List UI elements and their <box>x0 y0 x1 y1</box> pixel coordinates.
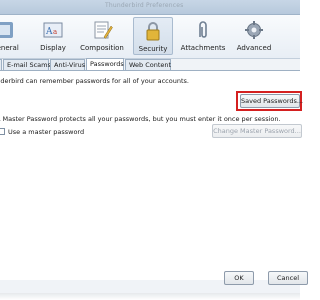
svg-text:A: A <box>45 27 53 37</box>
attachments-icon <box>199 21 207 38</box>
toolbar-display-button[interactable]: A a Display <box>33 17 73 55</box>
toolbar-advanced-button[interactable]: Advanced <box>234 17 274 55</box>
composition-icon <box>94 21 113 39</box>
toolbar-composition-button[interactable]: Composition <box>79 17 125 55</box>
passwords-intro-text: Thunderbird can remember passwords for a… <box>0 77 189 85</box>
toolbar-display-label: Display <box>40 44 66 52</box>
toolbar-general-button[interactable]: General <box>0 17 22 55</box>
toolbar-security-button[interactable]: Security <box>133 17 173 55</box>
preferences-toolbar: General A a Display Composition <box>0 15 300 59</box>
advanced-gear-icon <box>245 21 263 39</box>
toolbar-attachments-button[interactable]: Attachments <box>178 17 228 55</box>
saved-passwords-button[interactable]: Saved Passwords... <box>240 94 303 108</box>
use-master-password-checkbox[interactable] <box>0 128 5 135</box>
window-bottom-edge <box>0 293 300 300</box>
svg-text:a: a <box>53 28 57 36</box>
tab-anti-virus[interactable]: Anti-Virus <box>50 59 85 70</box>
tab-partial[interactable] <box>0 59 2 70</box>
passwords-panel: Thunderbird can remember passwords for a… <box>0 70 303 280</box>
toolbar-attachments-label: Attachments <box>180 44 226 52</box>
toolbar-security-label: Security <box>138 45 168 53</box>
ok-button[interactable]: OK <box>224 271 254 285</box>
toolbar-advanced-label: Advanced <box>236 44 272 52</box>
security-lock-icon <box>146 22 160 41</box>
tab-passwords[interactable]: Passwords <box>86 58 124 70</box>
general-icon <box>0 22 13 38</box>
preferences-window: Thunderbird Preferences General A a Disp… <box>0 0 308 293</box>
tab-email-scams[interactable]: E-mail Scams <box>3 59 51 70</box>
cancel-button[interactable]: Cancel <box>268 271 308 285</box>
security-content: E-mail Scams Anti-Virus Passwords Web Co… <box>0 58 308 293</box>
change-master-password-button[interactable]: Change Master Password... <box>212 124 302 138</box>
master-password-description: A Master Password protects all your pass… <box>0 115 281 123</box>
toolbar-general-label: General <box>0 44 19 52</box>
window-title: Thunderbird Preferences <box>105 2 184 9</box>
tab-web-content[interactable]: Web Content <box>125 59 171 70</box>
title-bar[interactable]: Thunderbird Preferences <box>0 0 300 15</box>
toolbar-composition-label: Composition <box>80 44 124 52</box>
display-icon: A a <box>43 22 63 38</box>
use-master-password-label[interactable]: Use a master password <box>8 128 84 136</box>
dialog-footer: OK Cancel <box>0 271 308 293</box>
